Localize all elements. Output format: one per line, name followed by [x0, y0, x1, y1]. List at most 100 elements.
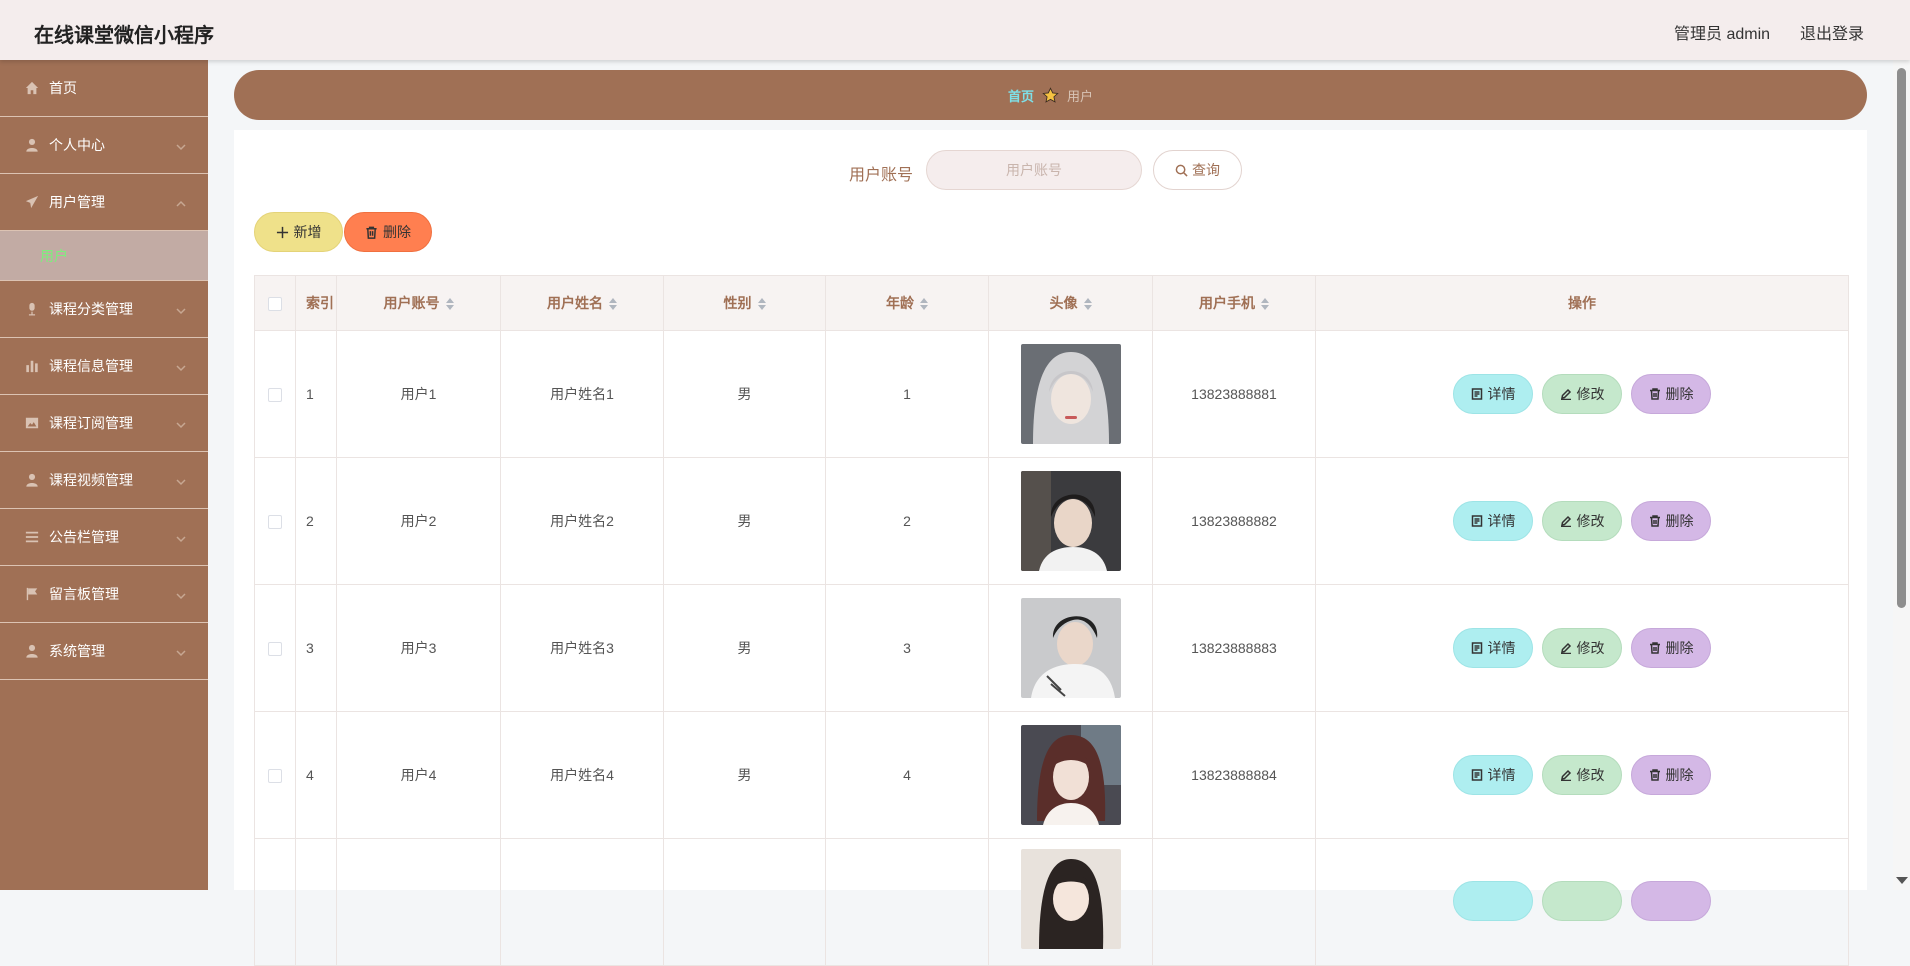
- avatar: [1020, 471, 1121, 571]
- sidebar-item-course-info[interactable]: 课程信息管理: [0, 338, 208, 395]
- sort-icon[interactable]: [757, 298, 766, 311]
- sidebar-item-label: 留言板管理: [49, 586, 119, 602]
- select-all-checkbox[interactable]: [268, 297, 282, 312]
- detail-button[interactable]: 详情: [1453, 374, 1533, 414]
- column-header-label: 年龄: [886, 295, 914, 311]
- row-checkbox[interactable]: [268, 642, 282, 657]
- phone-cell: 13823888883: [1152, 584, 1316, 712]
- detail-button-label: 详情: [1487, 640, 1516, 656]
- column-header-gender[interactable]: 性别: [663, 275, 826, 331]
- edit-button[interactable]: 修改: [1542, 374, 1622, 414]
- detail-button-label: 详情: [1487, 386, 1516, 402]
- index-cell: 4: [295, 711, 337, 839]
- sort-icon[interactable]: [1083, 298, 1092, 311]
- column-header-phone[interactable]: 用户手机: [1152, 275, 1316, 331]
- gender-cell: [663, 838, 826, 966]
- batch-delete-button[interactable]: 删除: [344, 212, 432, 252]
- sidebar-item-message-board[interactable]: 留言板管理: [0, 566, 208, 623]
- edit-button-label: 修改: [1576, 767, 1605, 783]
- phone-cell: 13823888882: [1152, 457, 1316, 585]
- trash-icon: [1649, 388, 1660, 400]
- pencil-icon: [1560, 642, 1571, 654]
- breadcrumb-home[interactable]: 首页: [1008, 86, 1034, 105]
- sidebar-item-system[interactable]: 系统管理: [0, 623, 208, 680]
- sidebar-item-personal-center[interactable]: 个人中心: [0, 117, 208, 174]
- age-cell: 1: [825, 330, 989, 458]
- send-icon: [24, 194, 40, 210]
- picture-icon: [24, 415, 40, 431]
- delete-button[interactable]: 删除: [1631, 755, 1711, 795]
- column-header-account[interactable]: 用户账号: [336, 275, 501, 331]
- delete-button[interactable]: 删除: [1631, 628, 1711, 668]
- delete-button[interactable]: 删除: [1631, 501, 1711, 541]
- search-icon: [1175, 164, 1188, 177]
- actions-cell: [1315, 838, 1849, 966]
- detail-button[interactable]: 详情: [1453, 755, 1533, 795]
- scroll-down-arrow-icon[interactable]: [1896, 877, 1908, 884]
- sidebar-item-course-category[interactable]: 课程分类管理: [0, 281, 208, 338]
- table-row: 2 用户2 用户姓名2 男 2 13823888882 详情 修改 删除: [254, 457, 1849, 585]
- phone-cell: 13823888881: [1152, 330, 1316, 458]
- actions-cell: 详情 修改 删除: [1315, 711, 1849, 839]
- logout-link[interactable]: 退出登录: [1800, 20, 1864, 44]
- gender-cell: 男: [663, 330, 826, 458]
- star-icon: [1042, 86, 1059, 103]
- age-cell: 4: [825, 711, 989, 839]
- sort-icon[interactable]: [1261, 298, 1269, 311]
- sidebar-item-course-subscription[interactable]: 课程订阅管理: [0, 395, 208, 452]
- sidebar-item-bulletin[interactable]: 公告栏管理: [0, 509, 208, 566]
- row-checkbox[interactable]: [268, 769, 282, 784]
- sidebar-subitem-users[interactable]: 用户: [0, 231, 208, 281]
- account-cell: [336, 838, 501, 966]
- avatar: [1020, 849, 1121, 949]
- sort-icon[interactable]: [609, 298, 617, 311]
- user-icon: [24, 472, 40, 488]
- column-header-name[interactable]: 用户姓名: [500, 275, 664, 331]
- avatar: [1020, 344, 1121, 444]
- add-button[interactable]: 新增: [254, 212, 343, 252]
- edit-button[interactable]: 修改: [1542, 628, 1622, 668]
- edit-button[interactable]: [1542, 881, 1622, 921]
- column-header-age[interactable]: 年龄: [825, 275, 989, 331]
- sort-icon[interactable]: [445, 298, 454, 311]
- scrollbar-thumb[interactable]: [1897, 68, 1906, 608]
- detail-button[interactable]: 详情: [1453, 501, 1533, 541]
- pencil-icon: [1560, 388, 1571, 400]
- sort-icon[interactable]: [920, 298, 928, 311]
- top-bar: 在线课堂微信小程序 管理员 admin 退出登录: [0, 0, 1910, 60]
- chevron-down-icon: [176, 588, 186, 600]
- delete-button[interactable]: [1631, 881, 1711, 921]
- detail-button[interactable]: 详情: [1453, 628, 1533, 668]
- sidebar-item-course-video[interactable]: 课程视频管理: [0, 452, 208, 509]
- sidebar-item-label: 首页: [49, 80, 77, 96]
- chevron-down-icon: [176, 360, 186, 372]
- search-input[interactable]: [926, 150, 1142, 190]
- chevron-down-icon: [176, 303, 186, 315]
- avatar-cell: [988, 330, 1153, 458]
- detail-button[interactable]: [1453, 881, 1533, 921]
- document-icon: [1471, 515, 1482, 527]
- row-checkbox[interactable]: [268, 388, 282, 403]
- actions-cell: 详情 修改 删除: [1315, 457, 1849, 585]
- chevron-down-icon: [176, 645, 186, 657]
- chevron-down-icon: [176, 474, 186, 486]
- sidebar-item-label: 课程信息管理: [49, 358, 133, 374]
- table-header-row: 索引 用户账号 用户姓名 性别 年龄 头像 用户手机 操作: [254, 275, 1849, 331]
- edit-button[interactable]: 修改: [1542, 755, 1622, 795]
- account-cell: 用户3: [336, 584, 501, 712]
- delete-button[interactable]: 删除: [1631, 374, 1711, 414]
- sidebar-item-user-management[interactable]: 用户管理: [0, 174, 208, 231]
- gender-cell: 男: [663, 457, 826, 585]
- scrollbar[interactable]: [1893, 60, 1910, 890]
- sidebar-item-home[interactable]: 首页: [0, 60, 208, 117]
- column-header-avatar[interactable]: 头像: [988, 275, 1153, 331]
- query-button[interactable]: 查询: [1153, 150, 1242, 190]
- list-icon: [24, 529, 40, 545]
- phone-cell: 13823888884: [1152, 711, 1316, 839]
- home-icon: [24, 80, 40, 96]
- edit-button-label: 修改: [1576, 386, 1605, 402]
- delete-button-label: 删除: [1665, 513, 1694, 529]
- edit-button[interactable]: 修改: [1542, 501, 1622, 541]
- admin-label: 管理员 admin: [1674, 26, 1771, 43]
- row-checkbox[interactable]: [268, 515, 282, 530]
